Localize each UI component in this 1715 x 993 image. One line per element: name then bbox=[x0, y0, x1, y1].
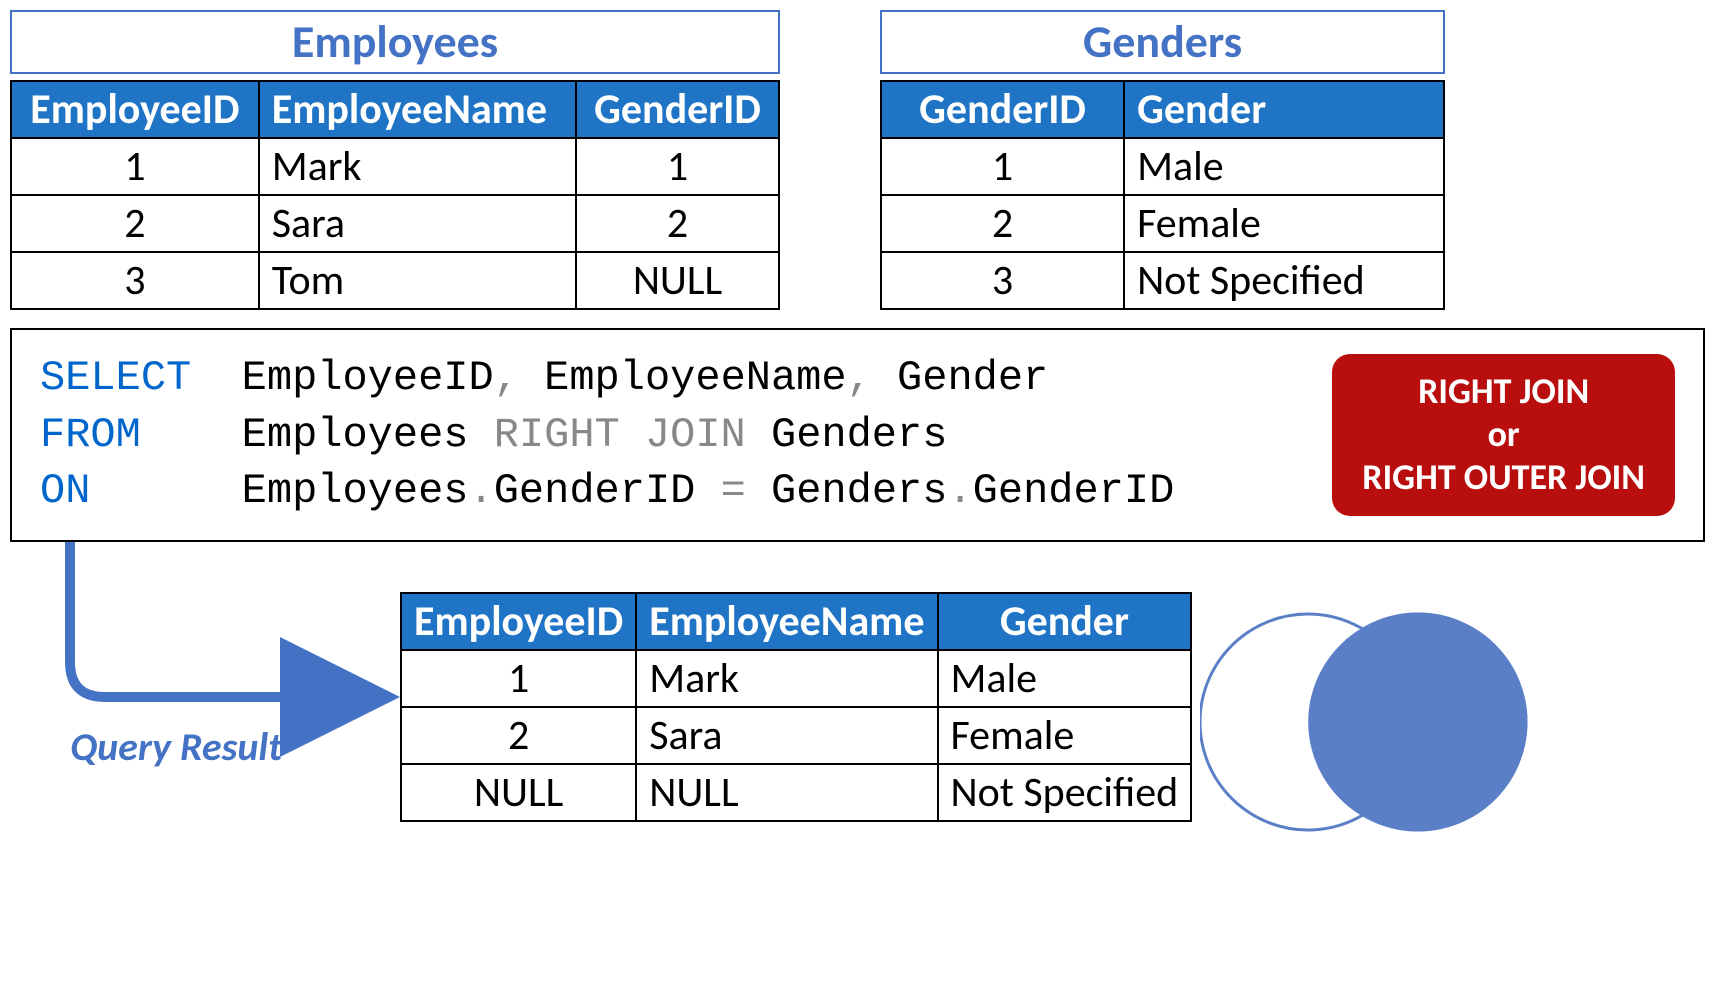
employees-title: Employees bbox=[10, 10, 780, 74]
table-row: 3 Not Specified bbox=[881, 252, 1444, 309]
result-col-name: EmployeeName bbox=[636, 593, 937, 650]
venn-diagram-icon bbox=[1200, 592, 1540, 842]
genders-title: Genders bbox=[880, 10, 1445, 74]
query-result-label: Query Result bbox=[70, 722, 282, 771]
result-col-id: EmployeeID bbox=[401, 593, 636, 650]
sql-query-box: SELECT EmployeeID, EmployeeName, Gender … bbox=[10, 328, 1705, 542]
result-table: EmployeeID EmployeeName Gender 1 Mark Ma… bbox=[400, 592, 1192, 822]
table-row: 2 Female bbox=[881, 195, 1444, 252]
table-row: 3 Tom NULL bbox=[11, 252, 779, 309]
employees-table-block: Employees EmployeeID EmployeeName Gender… bbox=[10, 10, 780, 310]
genders-table: GenderID Gender 1 Male 2 Female 3 Not Sp… bbox=[880, 80, 1445, 310]
employees-col-name: EmployeeName bbox=[259, 81, 576, 138]
genders-col-id: GenderID bbox=[881, 81, 1124, 138]
table-row: 2 Sara Female bbox=[401, 707, 1191, 764]
table-row: 1 Mark Male bbox=[401, 650, 1191, 707]
table-row: NULL NULL Not Specified bbox=[401, 764, 1191, 821]
table-row: 1 Mark 1 bbox=[11, 138, 779, 195]
table-row: 2 Sara 2 bbox=[11, 195, 779, 252]
arrow-icon bbox=[40, 522, 420, 752]
employees-table: EmployeeID EmployeeName GenderID 1 Mark … bbox=[10, 80, 780, 310]
result-table-block: EmployeeID EmployeeName Gender 1 Mark Ma… bbox=[400, 592, 1192, 822]
table-row: 1 Male bbox=[881, 138, 1444, 195]
join-type-badge: RIGHT JOIN or RIGHT OUTER JOIN bbox=[1332, 354, 1675, 516]
genders-col-g: Gender bbox=[1124, 81, 1444, 138]
result-col-g: Gender bbox=[938, 593, 1192, 650]
employees-col-gid: GenderID bbox=[576, 81, 779, 138]
employees-col-id: EmployeeID bbox=[11, 81, 259, 138]
genders-table-block: Genders GenderID Gender 1 Male 2 Female … bbox=[880, 10, 1445, 310]
